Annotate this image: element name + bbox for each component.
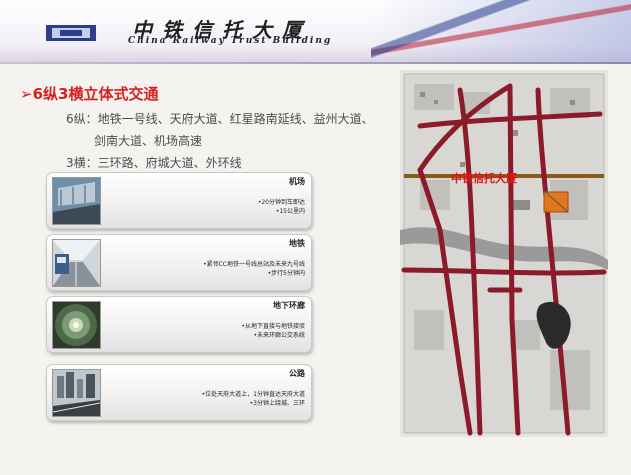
highway-card-line: •3分钟上绕城、三环	[249, 400, 305, 407]
section-heading: ➢6纵3横立体式交通	[20, 83, 158, 104]
tunnel-card-line: •未来环廊公交系统	[253, 332, 305, 339]
highway-card: 公路 •位处天府大道上，1分钟直达天府大道 •3分钟上绕城、三环	[46, 364, 312, 421]
highway-photo	[52, 369, 101, 417]
airport-card-title: 机场	[289, 177, 305, 186]
header-decoration	[371, 0, 631, 64]
header-subtitle: China Railway Trust Building	[128, 36, 333, 46]
airport-card-line: •15公里内	[275, 208, 305, 215]
section-heading-text: 6纵3横立体式交通	[32, 85, 159, 103]
airport-card: 机场 •20分钟到车即达 •15公里内	[46, 172, 312, 229]
tunnel-photo	[52, 301, 101, 349]
tunnel-card-title: 地下环廊	[273, 301, 305, 310]
airport-card-line: •20分钟到车即达	[257, 199, 305, 206]
metro-card: 地铁 •紧邻CC地铁一号线总站及未来九号线 •步行5分钟内	[46, 234, 312, 291]
highway-card-title: 公路	[289, 369, 305, 378]
header-divider	[0, 62, 631, 64]
airport-photo	[52, 177, 101, 225]
company-logo-icon	[46, 25, 96, 41]
arrow-bullet-icon: ➢	[20, 85, 33, 103]
tunnel-card-line: •从地下直接与地铁接驳	[241, 323, 305, 330]
vertical-routes-line1: 6纵：地铁一号线、天府大道、红星路南延线、益州大道、	[66, 112, 374, 126]
header-banner: 中铁信托大厦 China Railway Trust Building	[0, 0, 631, 64]
highway-card-line: •位处天府大道上，1分钟直达天府大道	[201, 391, 305, 398]
horizontal-routes-line: 3横：三环路、府城大道、外环线	[66, 156, 242, 170]
vertical-routes-line2: 剑南大道、机场高速	[94, 134, 203, 148]
map-site-label: 中铁信托大厦	[451, 172, 517, 185]
road-line	[401, 267, 607, 276]
metro-card-line: •步行5分钟内	[267, 270, 305, 277]
tunnel-card: 地下环廊 •从地下直接与地铁接驳 •未来环廊公交系统	[46, 296, 312, 353]
metro-photo	[52, 239, 101, 287]
metro-card-title: 地铁	[289, 239, 305, 248]
transport-map	[400, 70, 608, 437]
metro-card-line: •紧邻CC地铁一号线总站及未来九号线	[203, 261, 305, 268]
